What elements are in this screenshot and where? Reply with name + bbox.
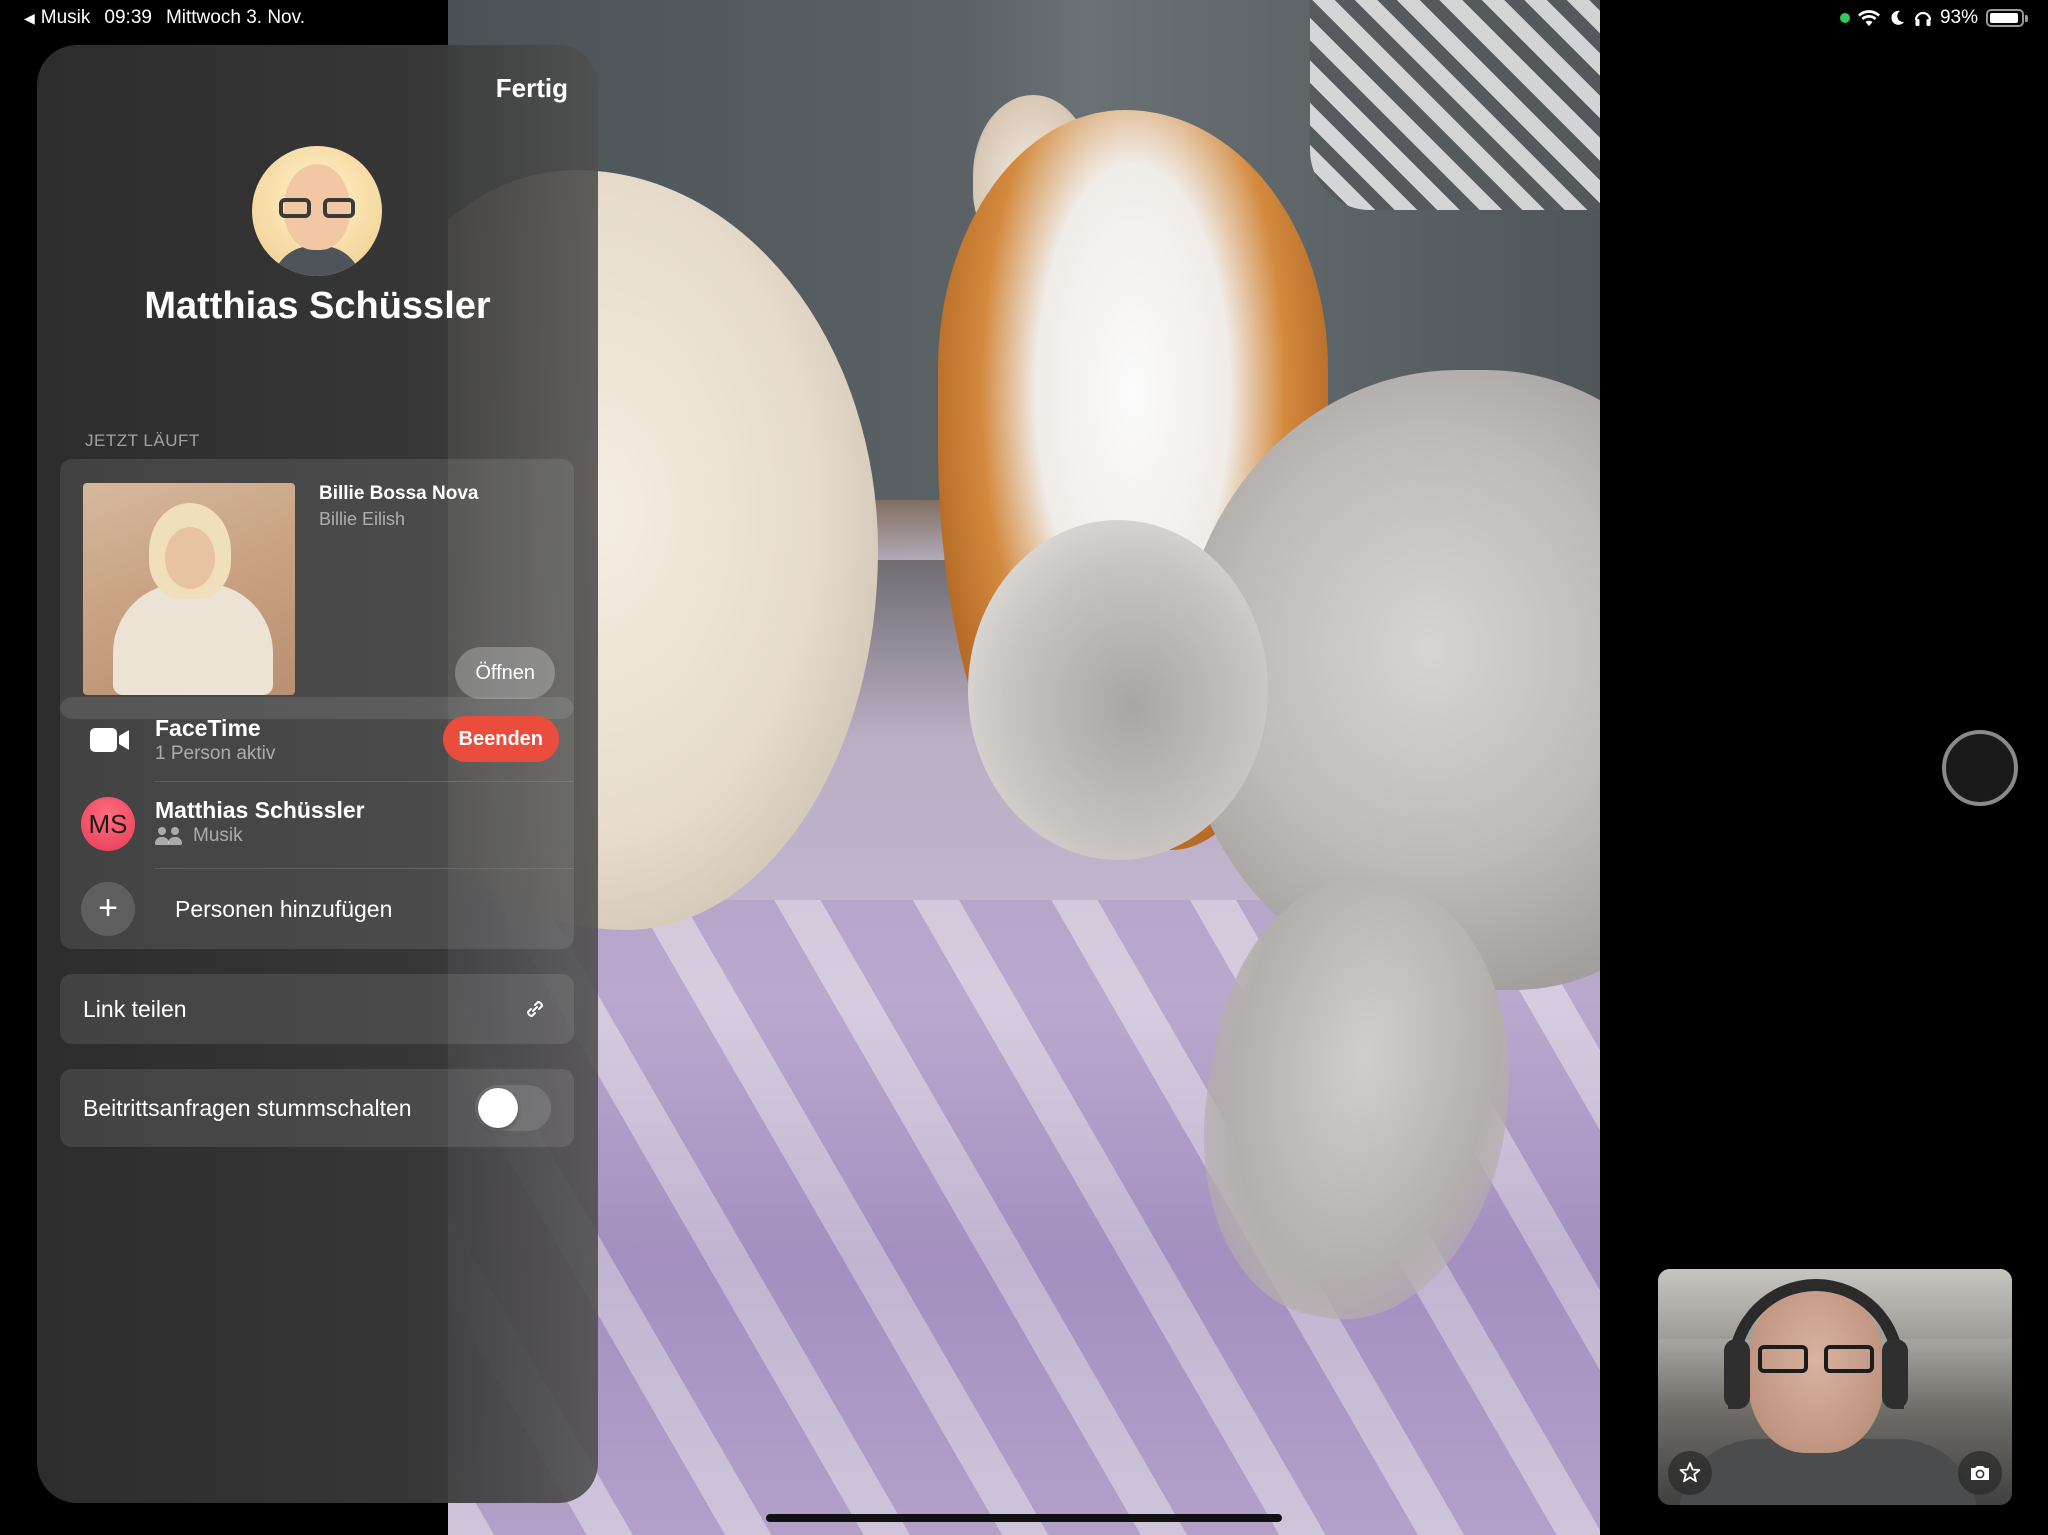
video-elephant-ear <box>968 520 1268 860</box>
self-view-preview[interactable] <box>1658 1269 2012 1505</box>
participant-activity-label: Musik <box>193 825 243 846</box>
headphones-icon <box>1914 11 1932 26</box>
plus-icon: + <box>81 882 135 936</box>
call-details-panel: Fertig Matthias Schüssler JETZT LÄUFT Bi… <box>37 45 598 1503</box>
participant-row[interactable]: MS Matthias Schüssler Musik <box>60 781 574 868</box>
mute-join-requests-toggle[interactable] <box>475 1085 551 1131</box>
album-art-figure-sweater <box>113 583 273 695</box>
now-playing-section-label: JETZT LÄUFT <box>85 431 200 450</box>
self-view-headphone-cup-right <box>1882 1339 1908 1409</box>
battery-icon <box>1986 9 2028 27</box>
facetime-row: FaceTime 1 Person aktiv Beenden <box>60 697 574 781</box>
remote-video-feed <box>448 0 1600 1535</box>
flip-camera-button[interactable] <box>1958 1451 2002 1495</box>
memoji-glasses <box>279 198 355 218</box>
facetime-subtitle: 1 Person aktiv <box>155 743 276 764</box>
open-button[interactable]: Öffnen <box>455 647 555 699</box>
song-title: Billie Bossa Nova <box>319 483 479 504</box>
memoji-body <box>272 246 362 276</box>
home-indicator[interactable] <box>766 1514 1282 1522</box>
now-playing-card: Billie Bossa Nova Billie Eilish Öffnen <box>60 459 574 719</box>
album-art <box>83 483 295 695</box>
live-photo-shutter-button[interactable] <box>1942 730 2018 806</box>
end-call-button[interactable]: Beenden <box>442 716 559 762</box>
link-icon <box>526 1000 544 1018</box>
facetime-call-card: FaceTime 1 Person aktiv Beenden MS Matth… <box>60 697 574 949</box>
share-link-label: Link teilen <box>83 996 187 1022</box>
status-bar: ◀ Musik 09:39 Mittwoch 3. Nov. 93% <box>0 0 2048 36</box>
mute-join-requests-row: Beitrittsanfragen stummschalten <box>60 1069 574 1147</box>
flip-camera-icon <box>1971 1466 1989 1480</box>
participant-avatar: MS <box>81 797 135 851</box>
status-date: Mittwoch 3. Nov. <box>165 7 305 28</box>
done-button[interactable]: Fertig <box>496 73 568 104</box>
effects-button[interactable] <box>1668 1451 1712 1495</box>
toggle-knob <box>478 1088 518 1128</box>
effects-star-icon <box>1679 1462 1701 1483</box>
contact-memoji-avatar <box>252 146 382 276</box>
self-view-glasses <box>1758 1345 1874 1373</box>
battery-level-fill <box>1990 13 2018 23</box>
moon-icon <box>1891 10 1904 25</box>
album-art-figure-face <box>165 527 215 589</box>
share-link-button[interactable]: Link teilen <box>60 974 574 1044</box>
facetime-title: FaceTime <box>155 715 261 741</box>
self-view-headphone-cup-left <box>1724 1339 1750 1409</box>
status-left-group: ◀ Musik 09:39 Mittwoch 3. Nov. <box>24 7 305 29</box>
contact-name: Matthias Schüssler <box>144 285 491 327</box>
back-to-app-link[interactable]: Musik <box>41 7 91 29</box>
camera-in-use-dot <box>1839 13 1850 23</box>
status-right-group: 93% <box>1839 7 2028 29</box>
song-artist: Billie Eilish <box>319 509 406 529</box>
battery-percent: 93% <box>1939 7 1978 28</box>
mute-join-requests-label: Beitrittsanfragen stummschalten <box>83 1095 412 1121</box>
participant-activity: Musik <box>155 825 243 847</box>
back-arrow-icon[interactable]: ◀ <box>24 10 35 27</box>
status-time: 09:39 <box>104 7 152 28</box>
shareplay-people-icon <box>155 827 185 845</box>
wifi-icon <box>1857 10 1880 26</box>
add-people-row[interactable]: + Personen hinzufügen <box>60 868 574 949</box>
add-people-label: Personen hinzufügen <box>175 896 393 922</box>
participant-name: Matthias Schüssler <box>155 797 365 823</box>
video-camera-icon <box>90 728 129 752</box>
